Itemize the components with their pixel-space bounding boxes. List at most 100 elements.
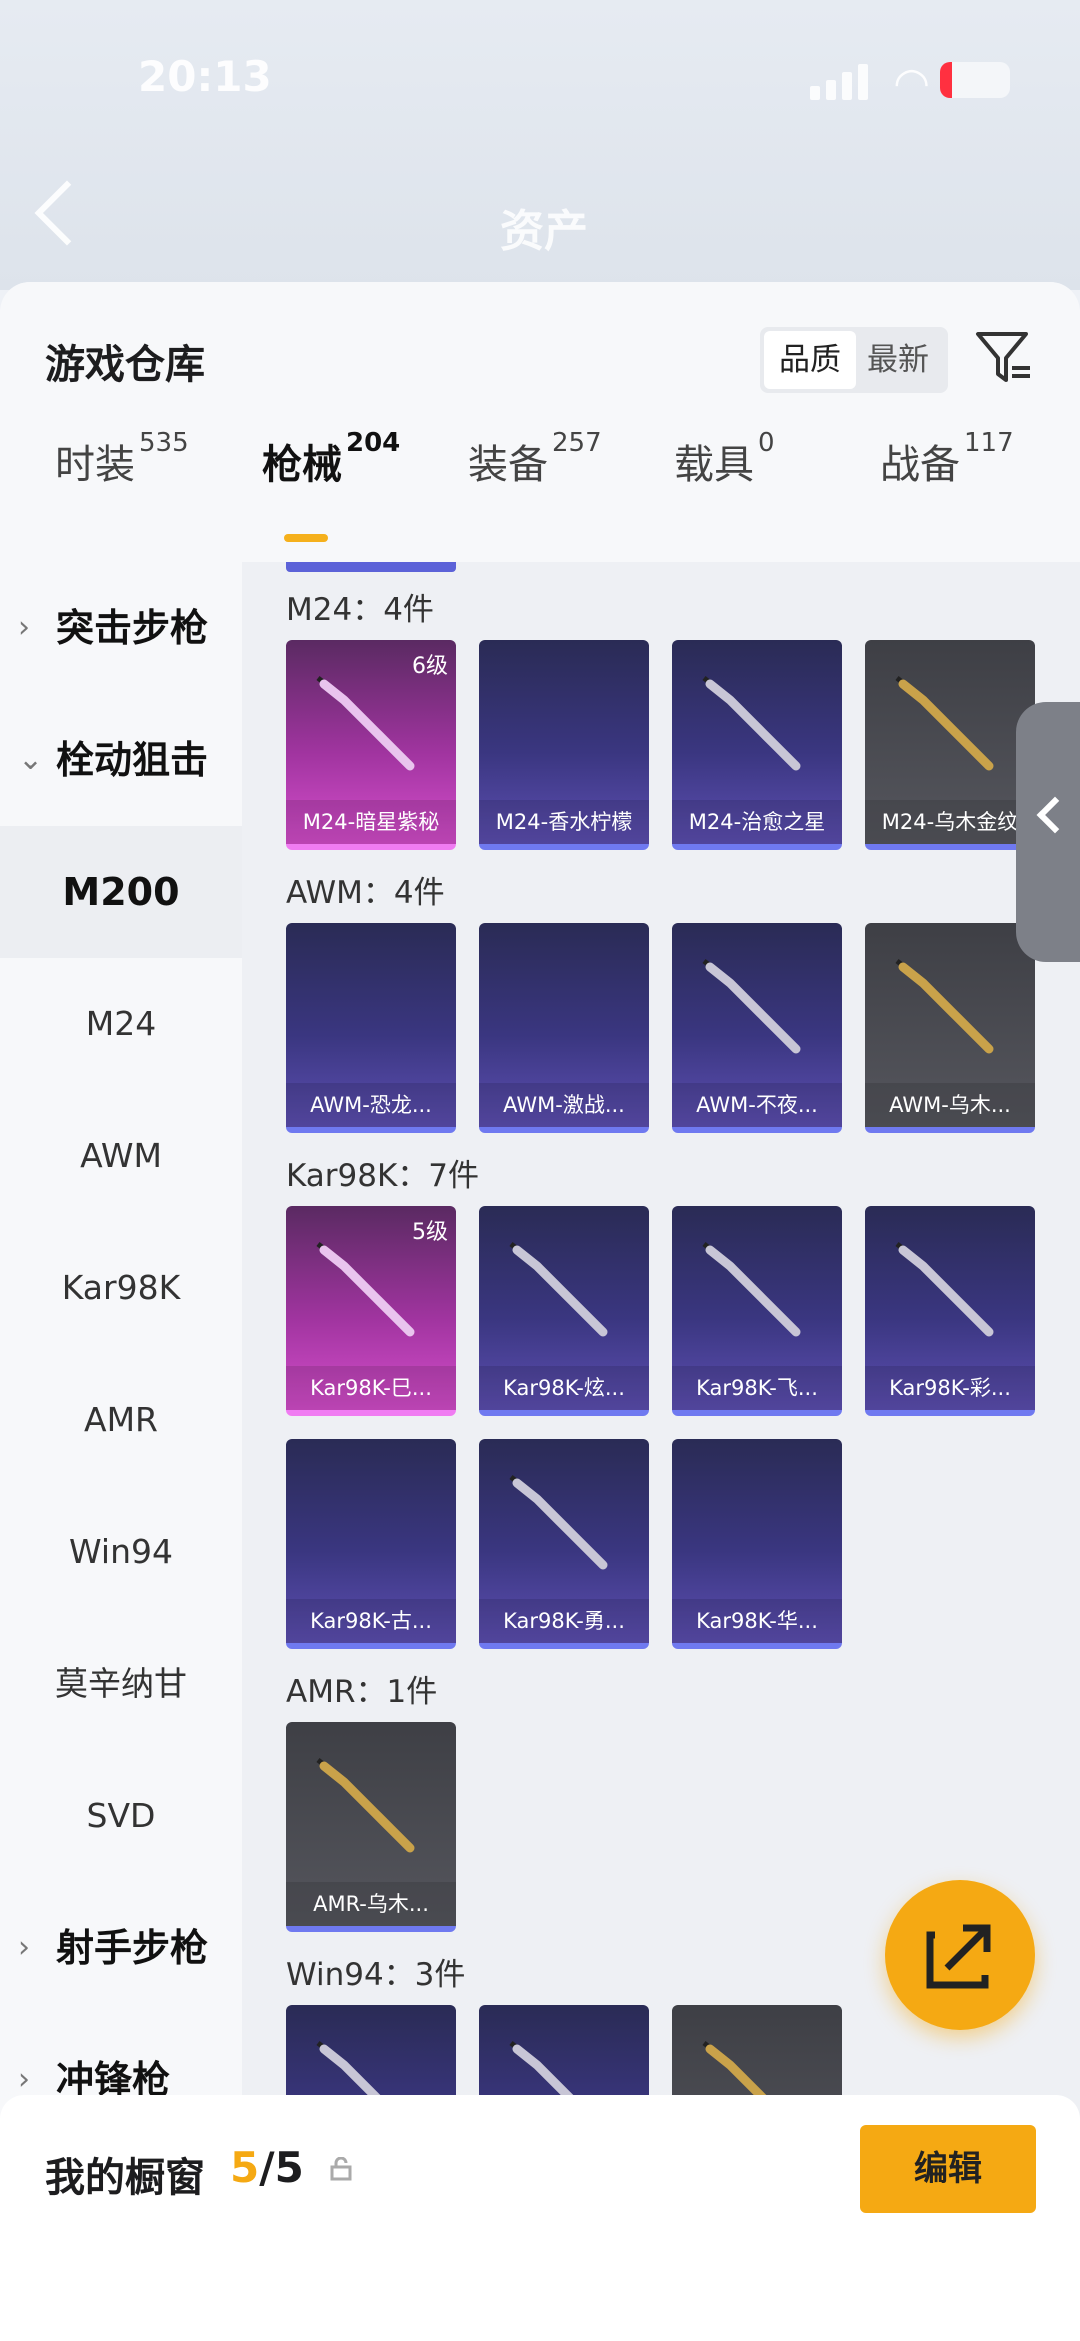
sidebar-item-label: 突击步枪 [56,606,209,650]
weapon-card[interactable]: Kar98K-华... [672,1439,842,1649]
sidebar-item-label: SVD [86,1796,156,1835]
weapon-name: Kar98K-炫... [479,1366,649,1410]
weapon-name: AWM-不夜... [672,1083,842,1127]
section-title: AWM：4件 [286,875,445,911]
chevron-left-icon[interactable] [34,180,100,246]
weapon-card[interactable]: Kar98K-古... [286,1439,456,1649]
weapon-name: Kar98K-古... [286,1599,456,1643]
sidebar-item[interactable]: 莫辛纳甘 [0,1618,242,1750]
signal-icon [810,64,870,100]
panel-title: 游戏仓库 [45,342,205,388]
tab-label: 载具 [674,442,754,488]
weapon-card[interactable]: 5级 Kar98K-巳... [286,1206,456,1416]
rifle-icon [316,1242,415,1337]
weapon-name: Kar98K-飞... [672,1366,842,1410]
category-tabs: 时装 535 枪械 204 装备 257 载具 0 战备 117 [0,428,1080,522]
section-title: Win94：3件 [286,1957,466,1993]
rifle-icon [895,676,994,771]
weapon-name: M24-香水柠檬 [479,800,649,844]
sidebar-item[interactable]: › 突击步枪 [0,562,242,694]
weapon-card[interactable]: Kar98K-飞... [672,1206,842,1416]
sort-toggle: 品质 最新 [760,327,948,393]
level-badge: 5级 [412,1220,448,1245]
weapon-name: Kar98K-华... [672,1599,842,1643]
showcase-current: 5 [230,2143,260,2192]
top-app-bar: 20:13 ◠ 资产 [0,0,1080,290]
weapon-card[interactable]: AWM-激战... [479,923,649,1133]
sidebar-item-label: 栓动狙击 [56,738,209,782]
sidebar-item[interactable]: Kar98K [0,1222,242,1354]
rifle-icon [509,1242,608,1337]
sidebar-item-label: Win94 [69,1532,173,1571]
level-badge: 6级 [412,654,448,679]
active-tab-indicator [284,534,328,542]
share-icon [926,1924,991,1989]
rifle-icon [316,1758,415,1853]
tab-label: 装备 [468,442,548,488]
sort-latest-button[interactable]: 最新 [852,331,944,389]
weapon-card[interactable]: AWM-不夜... [672,923,842,1133]
sidebar-item-label: AWM [80,1136,162,1175]
weapon-card[interactable]: M24-香水柠檬 [479,640,649,850]
showcase-count: 5/5 [230,2143,304,2192]
weapon-card[interactable]: M24-治愈之星 [672,640,842,850]
tab-label: 枪械 [262,442,342,488]
tab-count: 204 [346,428,401,458]
weapon-card[interactable]: AWM-恐龙... [286,923,456,1133]
weapon-card[interactable]: AWM-乌木... [865,923,1035,1133]
sidebar-item[interactable]: ⌄ 栓动狙击 [0,694,242,826]
weapon-sidebar: › 突击步枪 ⌄ 栓动狙击 M200 M24 AWM Kar98K AMR Win94 莫辛纳甘 SV… [0,562,242,2341]
tab-4[interactable]: 战备 117 [880,428,1014,490]
tab-label: 战备 [880,442,960,488]
warehouse-panel: 游戏仓库 品质 最新 时装 535 枪械 204 装备 257 载具 0 战备 117 › 突击步枪… [0,282,1080,2341]
edit-button[interactable]: 编辑 [860,2125,1036,2213]
weapon-card[interactable]: Kar98K-彩... [865,1206,1035,1416]
chevron-left-icon [1036,796,1074,834]
sidebar-item[interactable]: › 射手步枪 [0,1882,242,2014]
tab-1[interactable]: 枪械 204 [262,428,400,490]
sidebar-item[interactable]: M24 [0,958,242,1090]
weapon-card[interactable]: AMR-乌木... [286,1722,456,1932]
status-time: 20:13 [138,52,272,101]
weapon-card[interactable]: Kar98K-炫... [479,1206,649,1416]
sidebar-item-label: M200 [62,870,180,914]
sidebar-item-label: M24 [85,1004,157,1043]
weapon-grid: M24：4件 6级 M24-暗星紫秘 M24-香水柠檬 M24-治愈之星 M24-乌木金纹… [242,562,1080,2341]
tab-3[interactable]: 载具 0 [674,428,775,490]
sidebar-item[interactable]: Win94 [0,1486,242,1618]
sidebar-item[interactable]: M200 [0,826,242,958]
sidebar-item[interactable]: SVD [0,1750,242,1882]
weapon-card[interactable]: 6级 M24-暗星紫秘 [286,640,456,850]
filter-icon[interactable] [974,328,1034,388]
weapon-card[interactable]: Kar98K-勇... [479,1439,649,1649]
chevron-right-icon: › [18,1930,30,1965]
tab-label: 时装 [55,442,135,488]
sidebar-item[interactable]: AWM [0,1090,242,1222]
tab-count: 535 [139,428,189,458]
side-drawer-handle[interactable] [1016,702,1080,962]
tab-2[interactable]: 装备 257 [468,428,602,490]
sidebar-item[interactable]: AMR [0,1354,242,1486]
section-title: AMR：1件 [286,1674,438,1710]
weapon-card[interactable]: M24-乌木金纹 [865,640,1035,850]
rifle-icon [702,1242,801,1337]
section-title: Kar98K：7件 [286,1158,480,1194]
share-button[interactable] [885,1880,1035,2030]
weapon-name: M24-暗星紫秘 [286,800,456,844]
weapon-name: AWM-乌木... [865,1083,1035,1127]
weapon-name: Kar98K-勇... [479,1599,649,1643]
tab-0[interactable]: 时装 535 [55,428,189,490]
rifle-icon [895,1242,994,1337]
status-bar: 20:13 ◠ [0,52,1080,112]
rifle-icon [702,676,801,771]
rifle-icon [509,1475,608,1570]
weapon-name: M24-治愈之星 [672,800,842,844]
card-edge [286,562,456,572]
rifle-icon [895,959,994,1054]
sidebar-item-label: AMR [84,1400,158,1439]
showcase-total: /5 [259,2143,304,2192]
sidebar-item-label: Kar98K [61,1268,181,1307]
sort-quality-button[interactable]: 品质 [764,331,856,389]
weapon-name: M24-乌木金纹 [865,800,1035,844]
tab-count: 0 [758,428,775,458]
